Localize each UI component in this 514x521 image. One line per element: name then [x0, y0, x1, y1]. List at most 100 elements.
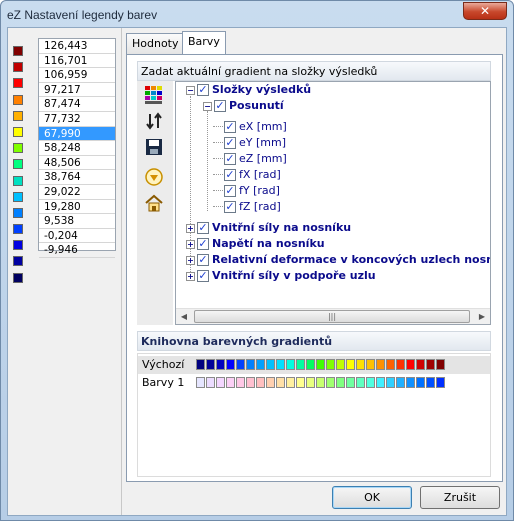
vertical-toolbar	[137, 81, 173, 325]
gradient-color-cell	[396, 377, 405, 388]
tab-hodnoty[interactable]: Hodnoty	[126, 33, 185, 54]
checkbox-checked-icon[interactable]: ✓	[197, 270, 209, 282]
checkbox-checked-icon[interactable]: ✓	[224, 121, 236, 133]
gradient-color-cell	[436, 377, 445, 388]
legend-value-item[interactable]: 67,990	[39, 126, 115, 142]
legend-value-item[interactable]: 29,022	[39, 185, 115, 200]
gradient-color-cell	[266, 359, 275, 370]
gradient-color-cell	[256, 359, 265, 370]
legend-swatch	[13, 256, 23, 267]
scroll-right-icon[interactable]: ▶	[474, 309, 490, 324]
collapse-icon[interactable]: −	[203, 101, 212, 111]
filter-down-icon[interactable]	[143, 167, 165, 189]
checkbox-checked-icon[interactable]: ✓	[224, 185, 236, 197]
checkbox-checked-icon[interactable]: ✓	[197, 222, 209, 234]
gradient-strip	[196, 359, 446, 371]
gradient-color-cell	[236, 359, 245, 370]
legend-swatch	[13, 240, 23, 251]
gradient-color-cell	[306, 359, 315, 370]
scroll-left-icon[interactable]: ◀	[176, 309, 192, 324]
gradient-color-cell	[406, 359, 415, 370]
tree-node-relativni-deformace[interactable]: + ✓ Relativní deformace v koncových uzlech…	[186, 252, 490, 267]
cancel-button[interactable]: Zrušit	[420, 486, 500, 509]
gradient-color-cell	[266, 377, 275, 388]
gradient-row-vychozi[interactable]: Výchozí	[138, 356, 490, 374]
legend-value-item[interactable]: 106,959	[39, 68, 115, 83]
legend-value-item[interactable]: 126,443	[39, 39, 115, 54]
checkbox-checked-icon[interactable]: ✓	[224, 153, 236, 165]
collapse-icon[interactable]: −	[186, 85, 195, 95]
ok-button[interactable]: OK	[332, 486, 412, 509]
scrollbar-thumb[interactable]: |||	[194, 310, 470, 323]
tree-leaf-fz[interactable]: ✓ fZ [rad]	[224, 199, 281, 214]
horizontal-scrollbar[interactable]: ◀ ||| ▶	[176, 308, 490, 324]
legend-value-item[interactable]: 77,732	[39, 112, 115, 127]
close-button[interactable]: ✕	[463, 2, 507, 20]
checkbox-checked-icon[interactable]: ✓	[197, 84, 209, 96]
legend-swatch	[13, 126, 23, 137]
gradient-color-cell	[326, 359, 335, 370]
legend-value-item[interactable]: -9,946	[39, 243, 115, 258]
legend-swatch	[13, 191, 23, 202]
checkbox-checked-icon[interactable]: ✓	[224, 169, 236, 181]
save-icon[interactable]	[143, 137, 165, 159]
legend-panel: 126,443 116,701 106,959 97,217 87,474 77,732 6…	[8, 28, 122, 515]
gradient-color-cell	[206, 359, 215, 370]
tree-node-posunuti[interactable]: − ✓ Posunutí	[203, 98, 284, 113]
legend-value-list[interactable]: 126,443 116,701 106,959 97,217 87,474 77,732 6…	[38, 38, 116, 258]
gradient-color-cell	[316, 377, 325, 388]
legend-value-item[interactable]: 48,506	[39, 156, 115, 171]
legend-value-item[interactable]: 116,701	[39, 54, 115, 69]
tree-node-vnitrni-sily-podpora[interactable]: + ✓ Vnitřní síly v podpoře uzlu	[186, 268, 376, 283]
sort-arrows-icon[interactable]	[143, 111, 165, 133]
gradient-list[interactable]: Výchozí Barvy 1	[137, 353, 491, 477]
expand-icon[interactable]: +	[186, 271, 195, 281]
checkbox-checked-icon[interactable]: ✓	[214, 100, 226, 112]
gradient-assign-group: Zadat aktuální gradient na složky výsled…	[137, 61, 491, 325]
gradient-color-cell	[316, 359, 325, 370]
gradient-color-cell	[326, 377, 335, 388]
legend-value-item[interactable]: 38,764	[39, 170, 115, 185]
checkbox-checked-icon[interactable]: ✓	[224, 201, 236, 213]
expand-icon[interactable]: +	[186, 239, 195, 249]
gradient-color-cell	[436, 359, 445, 370]
tree-node-napeti[interactable]: + ✓ Napětí na nosníku	[186, 236, 325, 251]
result-components-tree[interactable]: − ✓ Složky výsledků − ✓ Posunutí ✓ eX [mm] ✓ e…	[175, 81, 491, 325]
gradient-color-cell	[426, 359, 435, 370]
legend-swatch	[13, 224, 23, 235]
title-bar[interactable]: eZ Nastavení legendy barev ✕	[1, 1, 513, 27]
gradient-color-cell	[286, 377, 295, 388]
color-grid-icon[interactable]	[143, 85, 165, 107]
tree-node-vnitrni-sily-nosnik[interactable]: + ✓ Vnitřní síly na nosníku	[186, 220, 351, 235]
tree-leaf-fy[interactable]: ✓ fY [rad]	[224, 183, 280, 198]
expand-icon[interactable]: +	[186, 255, 195, 265]
legend-value-item[interactable]: 87,474	[39, 97, 115, 112]
legend-value-item[interactable]: 58,248	[39, 141, 115, 156]
gradient-color-cell	[246, 377, 255, 388]
tree-leaf-fx[interactable]: ✓ fX [rad]	[224, 167, 281, 182]
tree-leaf-ez[interactable]: ✓ eZ [mm]	[224, 151, 287, 166]
gradient-color-cell	[346, 377, 355, 388]
gradient-row-barvy1[interactable]: Barvy 1	[138, 374, 490, 392]
legend-swatch	[13, 207, 23, 218]
gradient-color-cell	[296, 359, 305, 370]
tab-barvy[interactable]: Barvy	[182, 31, 226, 54]
checkbox-checked-icon[interactable]: ✓	[197, 238, 209, 250]
legend-value-item[interactable]: 97,217	[39, 83, 115, 98]
legend-value-item[interactable]: 9,538	[39, 214, 115, 229]
gradient-strip	[196, 377, 446, 389]
gradient-color-cell	[406, 377, 415, 388]
legend-value-item[interactable]: -0,204	[39, 229, 115, 244]
tree-leaf-ey[interactable]: ✓ eY [mm]	[224, 135, 286, 150]
legend-value-item[interactable]: 19,280	[39, 200, 115, 215]
gradient-color-cell	[216, 359, 225, 370]
tree-node-root[interactable]: − ✓ Složky výsledků	[186, 82, 311, 97]
home-icon[interactable]	[143, 193, 165, 215]
checkbox-checked-icon[interactable]: ✓	[224, 137, 236, 149]
gradient-color-cell	[296, 377, 305, 388]
expand-icon[interactable]: +	[186, 223, 195, 233]
legend-swatch	[13, 94, 23, 105]
gradient-color-cell	[366, 377, 375, 388]
tree-leaf-ex[interactable]: ✓ eX [mm]	[224, 119, 287, 134]
checkbox-checked-icon[interactable]: ✓	[197, 254, 209, 266]
